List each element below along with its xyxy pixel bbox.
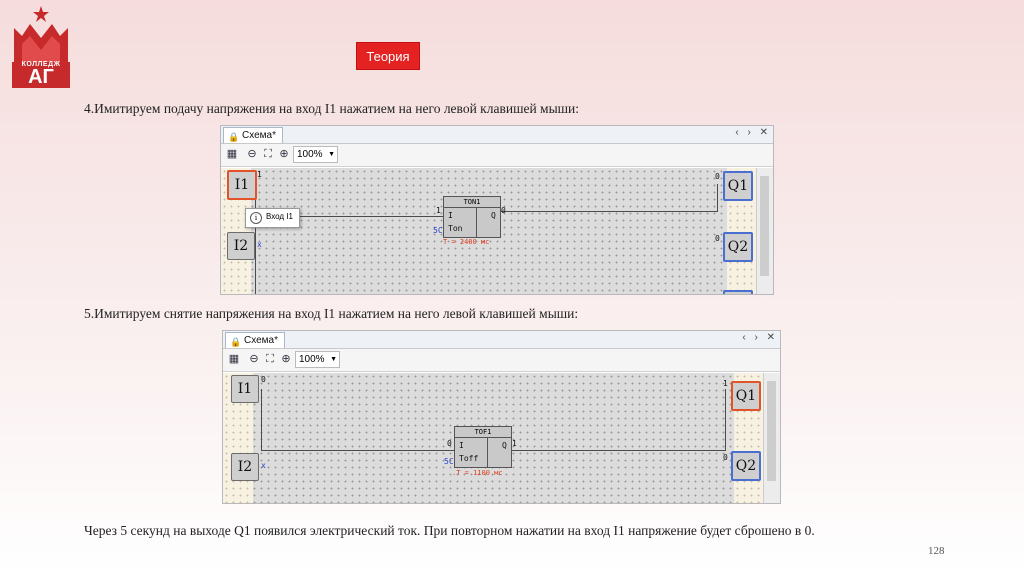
schema-canvas[interactable]: I1 1 I2 x Q1 0 Q2 0 TON1 I Q Ton 1 0 5C …	[221, 168, 757, 294]
tab-schema[interactable]: 🔒 Схема*	[225, 332, 285, 348]
tab-bar: 🔒 Схема* ‹ › ✕	[221, 126, 773, 144]
block-out-label: Q	[502, 441, 507, 450]
tof-block[interactable]: TOF1 I Q Toff	[454, 426, 512, 468]
chevron-down-icon: ▼	[330, 356, 337, 363]
chevron-down-icon: ▼	[328, 151, 335, 158]
pin-value: 0	[261, 375, 266, 384]
output-q2[interactable]: Q2	[731, 451, 761, 481]
block-in-pin: 0	[447, 439, 452, 448]
college-logo: КОЛЛЕДЖ АГ	[8, 4, 74, 88]
kremlin-logo-icon	[14, 6, 68, 62]
zoom-select[interactable]: 100% ▼	[295, 351, 340, 368]
ton-block[interactable]: TON1 I Q Ton	[443, 196, 501, 238]
block-time: .T = 1100 мс	[452, 469, 503, 477]
wire	[499, 211, 717, 212]
pin-value: 1	[723, 379, 728, 388]
tab-label: Схема*	[242, 130, 276, 141]
tooltip: i Вход I1	[245, 208, 300, 228]
output-q1[interactable]: Q1	[731, 381, 761, 411]
tooltip-text: Вход I1	[266, 212, 293, 221]
logo-letters: АГ	[28, 66, 54, 88]
zoom-select[interactable]: 100% ▼	[293, 146, 338, 163]
pin-value: 1	[257, 170, 262, 179]
toolbar: ▦ ⊖ ⛶ ⊕ 100% ▼	[223, 349, 780, 372]
output-q3[interactable]	[723, 290, 753, 294]
zoom-in-icon[interactable]: ⊕	[279, 352, 293, 366]
zoom-out-icon[interactable]: ⊖	[245, 147, 259, 161]
block-out-pin: 1	[512, 439, 517, 448]
input-i2[interactable]: I2	[231, 453, 259, 481]
fit-icon[interactable]: ⛶	[263, 352, 277, 366]
block-title: TOF1	[455, 427, 511, 438]
block-param-pin: 5C	[433, 226, 443, 235]
block-param: Ton	[448, 224, 463, 233]
wire	[261, 389, 262, 451]
zoom-value: 100%	[299, 354, 325, 365]
input-i2[interactable]: I2	[227, 232, 255, 260]
caption-step-4: 4.Имитируем подачу напряжения на вход I1…	[84, 101, 580, 116]
info-icon: i	[250, 212, 262, 224]
zoom-value: 100%	[297, 149, 323, 160]
caption-step-5: 5.Имитируем снятие напряжения на вход I1…	[84, 306, 579, 321]
fit-icon[interactable]: ⛶	[261, 147, 275, 161]
block-out-label: Q	[491, 211, 496, 220]
vertical-scrollbar[interactable]	[756, 168, 773, 294]
grid-icon[interactable]: ▦	[227, 352, 241, 366]
vertical-scrollbar[interactable]	[763, 373, 780, 503]
theory-button[interactable]: Теория	[356, 42, 420, 70]
caption-conclusion: Через 5 секунд на выходе Q1 появился эле…	[84, 523, 815, 538]
zoom-out-icon[interactable]: ⊖	[247, 352, 261, 366]
zoom-in-icon[interactable]: ⊕	[277, 147, 291, 161]
wire	[255, 184, 256, 294]
tab-nav-controls[interactable]: ‹ › ✕	[735, 127, 771, 138]
block-in-pin: 1	[436, 206, 441, 215]
pin-value: 0	[715, 234, 720, 243]
block-in-label: I	[448, 211, 453, 220]
lock-icon: 🔒	[230, 337, 242, 347]
block-in-label: I	[459, 441, 464, 450]
output-q2[interactable]: Q2	[723, 232, 753, 262]
schema-panel-2: 🔒 Схема* ‹ › ✕ ▦ ⊖ ⛶ ⊕ 100% ▼ I1 0 I2 x …	[222, 330, 781, 504]
pin-value: x	[257, 240, 262, 249]
grid-icon[interactable]: ▦	[225, 147, 239, 161]
tab-label: Схема*	[244, 335, 278, 346]
block-out-pin: 0	[501, 206, 506, 215]
output-q1[interactable]: Q1	[723, 171, 753, 201]
page-number: 128	[928, 545, 945, 557]
toolbar: ▦ ⊖ ⛶ ⊕ 100% ▼	[221, 144, 773, 167]
tab-schema[interactable]: 🔒 Схема*	[223, 127, 283, 143]
lock-icon: 🔒	[228, 132, 240, 142]
input-i1[interactable]: I1	[231, 375, 259, 403]
wire	[725, 389, 726, 451]
pin-value: x	[261, 461, 266, 470]
wire	[261, 450, 454, 451]
input-i1[interactable]: I1	[227, 170, 257, 200]
wire	[510, 450, 725, 451]
wire	[717, 184, 718, 212]
block-param-pin: 5C	[444, 457, 454, 466]
tab-nav-controls[interactable]: ‹ › ✕	[742, 332, 778, 343]
block-title: TON1	[444, 197, 500, 208]
tab-bar: 🔒 Схема* ‹ › ✕	[223, 331, 780, 349]
block-time: T = 2400 мс	[443, 238, 490, 246]
pin-value: 0	[723, 453, 728, 462]
schema-panel-1: 🔒 Схема* ‹ › ✕ ▦ ⊖ ⛶ ⊕ 100% ▼ I1 1 I2 x …	[220, 125, 774, 295]
schema-canvas[interactable]: I1 0 I2 x Q1 1 Q2 0 TOF1 I Q Toff 0 1 5C…	[223, 373, 764, 503]
block-param: Toff	[459, 454, 479, 463]
pin-value: 0	[715, 172, 720, 181]
